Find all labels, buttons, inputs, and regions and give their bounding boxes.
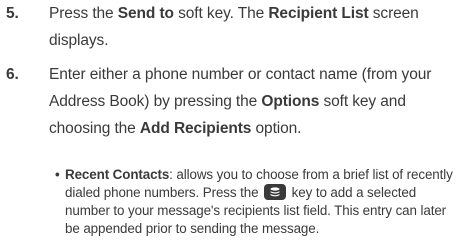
text-segment: soft key. The	[173, 5, 269, 22]
bullet-text-segment: : allows you to choose from a brief list…	[169, 167, 453, 182]
bold-term: Options	[261, 93, 320, 110]
bold-term: Add Recipients	[139, 120, 252, 137]
bullet-text: Recent Contacts: allows you to choose fr…	[65, 166, 470, 238]
bullet-line: be appended prior to sending the message…	[65, 221, 320, 236]
step-line: displays.	[49, 27, 469, 54]
menu-ok-key-icon	[264, 184, 287, 201]
step-line: Enter either a phone number or contact n…	[49, 61, 469, 88]
text-segment: Press the	[49, 5, 118, 22]
text-segment: soft key and	[319, 93, 406, 110]
bullet-line: dialed phone numbers. Press the key to a…	[65, 184, 470, 202]
text-segment: option.	[251, 120, 302, 137]
step-number: 6.	[6, 66, 19, 83]
bullet-text-segment: dialed phone numbers. Press the	[65, 185, 263, 200]
manual-page: 5. Press the Send to soft key. The Recip…	[0, 0, 474, 250]
bullet-line: Recent Contacts: allows you to choose fr…	[65, 166, 470, 184]
text-segment: screen	[368, 5, 419, 22]
step-line: Address Book) by pressing the Options so…	[49, 88, 469, 115]
step-line: choosing the Add Recipients option.	[49, 115, 469, 142]
bold-term: Recipient List	[268, 5, 369, 22]
text-segment: displays.	[49, 32, 109, 49]
bullet-term: Recent Contacts	[65, 167, 170, 182]
text-segment: Enter either a phone number or contact n…	[49, 66, 432, 83]
text-segment: choosing the	[49, 120, 140, 137]
step-line: Press the Send to soft key. The Recipien…	[49, 0, 469, 27]
bullet-marker: •	[55, 167, 60, 182]
bullet-text-segment: key to add a selected	[288, 185, 417, 200]
bullet-line: number to your message's recipients list…	[65, 203, 447, 218]
step-number: 5.	[6, 5, 19, 22]
bold-term: Send to	[117, 5, 174, 22]
step-text: Enter either a phone number or contact n…	[49, 61, 469, 142]
step-text: Press the Send to soft key. The Recipien…	[49, 0, 469, 54]
text-segment: Address Book) by pressing the	[49, 93, 262, 110]
